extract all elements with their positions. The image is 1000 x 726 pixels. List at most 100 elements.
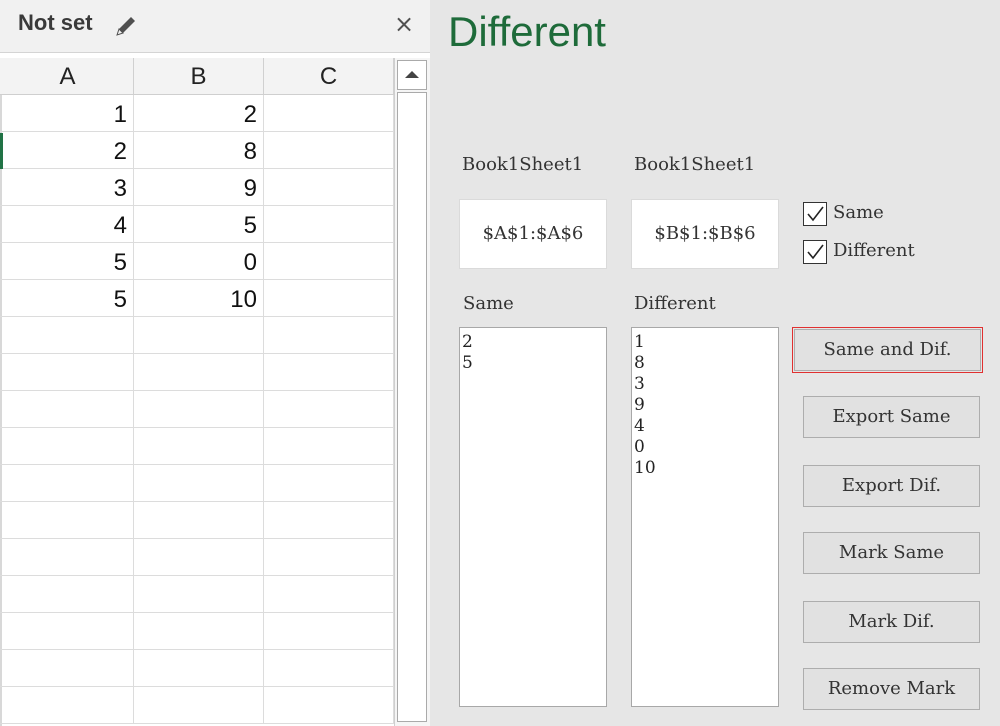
- empty-cell[interactable]: [264, 613, 394, 650]
- different-checkbox[interactable]: [803, 240, 827, 264]
- column-header-c[interactable]: C: [264, 58, 394, 94]
- different-dialog: Different Book1Sheet1 Book1Sheet1 $A$1:$…: [430, 0, 1000, 726]
- empty-cell[interactable]: [2, 465, 134, 502]
- empty-cell[interactable]: [264, 391, 394, 428]
- list-item[interactable]: 5: [462, 353, 604, 374]
- table-row-empty[interactable]: [0, 650, 394, 687]
- cell-a4[interactable]: 4: [2, 206, 134, 243]
- table-row-empty[interactable]: [0, 502, 394, 539]
- empty-cell[interactable]: [134, 687, 264, 724]
- task-pane-spreadsheet: Not set × A B C 1 2 2 8 3 9 4 5 5 0 5 10: [0, 0, 430, 726]
- table-row-empty[interactable]: [0, 687, 394, 724]
- range1-input[interactable]: $A$1:$A$6: [459, 199, 607, 269]
- empty-cell[interactable]: [134, 465, 264, 502]
- empty-cell[interactable]: [134, 576, 264, 613]
- empty-cell[interactable]: [134, 539, 264, 576]
- empty-cell[interactable]: [134, 354, 264, 391]
- dialog-title: Different: [448, 8, 606, 55]
- table-row: 3 9: [0, 169, 394, 206]
- empty-cell[interactable]: [264, 650, 394, 687]
- mark-same-button[interactable]: Mark Same: [803, 532, 980, 574]
- list-item[interactable]: 0: [634, 437, 776, 458]
- list-item[interactable]: 2: [462, 332, 604, 353]
- empty-cell[interactable]: [2, 354, 134, 391]
- empty-cell[interactable]: [2, 502, 134, 539]
- range2-input[interactable]: $B$1:$B$6: [631, 199, 779, 269]
- cell-a2[interactable]: 2: [2, 132, 134, 169]
- list-item[interactable]: 3: [634, 374, 776, 395]
- list-item[interactable]: 10: [634, 458, 776, 479]
- cell-c3[interactable]: [264, 169, 394, 206]
- mark-dif-button[interactable]: Mark Dif.: [803, 601, 980, 643]
- cell-c4[interactable]: [264, 206, 394, 243]
- empty-cell[interactable]: [264, 687, 394, 724]
- cell-b2[interactable]: 8: [134, 132, 264, 169]
- cell-c2[interactable]: [264, 132, 394, 169]
- table-row-empty[interactable]: [0, 391, 394, 428]
- pencil-icon[interactable]: [112, 12, 140, 40]
- table-row-empty[interactable]: [0, 354, 394, 391]
- cell-b6[interactable]: 10: [134, 280, 264, 317]
- same-listbox[interactable]: 2 5: [459, 327, 607, 707]
- empty-cell[interactable]: [264, 502, 394, 539]
- table-row: 5 10: [0, 280, 394, 317]
- empty-cell[interactable]: [2, 576, 134, 613]
- pane-header: Not set ×: [0, 0, 430, 53]
- empty-cell[interactable]: [264, 576, 394, 613]
- scroll-up-button[interactable]: [397, 60, 427, 90]
- list-item[interactable]: 4: [634, 416, 776, 437]
- table-row-empty[interactable]: [0, 613, 394, 650]
- different-list-label: Different: [634, 293, 716, 314]
- table-row-empty[interactable]: [0, 428, 394, 465]
- empty-cell[interactable]: [2, 650, 134, 687]
- empty-cell[interactable]: [264, 354, 394, 391]
- empty-cell[interactable]: [2, 613, 134, 650]
- cell-c6[interactable]: [264, 280, 394, 317]
- different-listbox[interactable]: 1 8 3 9 4 0 10: [631, 327, 779, 707]
- empty-cell[interactable]: [264, 317, 394, 354]
- cell-a5[interactable]: 5: [2, 243, 134, 280]
- table-row: 4 5: [0, 206, 394, 243]
- cell-b3[interactable]: 9: [134, 169, 264, 206]
- table-row-empty[interactable]: [0, 539, 394, 576]
- close-icon[interactable]: ×: [392, 10, 416, 38]
- cell-a6[interactable]: 5: [2, 280, 134, 317]
- remove-mark-button[interactable]: Remove Mark: [803, 668, 980, 710]
- cell-b5[interactable]: 0: [134, 243, 264, 280]
- cell-c1[interactable]: [264, 95, 394, 132]
- empty-cell[interactable]: [2, 391, 134, 428]
- same-checkbox[interactable]: [803, 202, 827, 226]
- empty-cell[interactable]: [134, 428, 264, 465]
- scroll-thumb[interactable]: [397, 92, 427, 722]
- empty-cell[interactable]: [2, 539, 134, 576]
- cell-b4[interactable]: 5: [134, 206, 264, 243]
- column-header-b[interactable]: B: [134, 58, 264, 94]
- empty-cell[interactable]: [134, 391, 264, 428]
- vertical-scrollbar[interactable]: [394, 58, 430, 726]
- empty-cell[interactable]: [134, 502, 264, 539]
- list-item[interactable]: 1: [634, 332, 776, 353]
- cell-a3[interactable]: 3: [2, 169, 134, 206]
- empty-cell[interactable]: [134, 613, 264, 650]
- cell-b1[interactable]: 2: [134, 95, 264, 132]
- cell-c5[interactable]: [264, 243, 394, 280]
- list-item[interactable]: 9: [634, 395, 776, 416]
- empty-cell[interactable]: [264, 428, 394, 465]
- empty-cell[interactable]: [2, 428, 134, 465]
- empty-cell[interactable]: [134, 317, 264, 354]
- table-row-empty[interactable]: [0, 465, 394, 502]
- same-and-dif-button[interactable]: Same and Dif.: [794, 329, 981, 371]
- empty-cell[interactable]: [264, 539, 394, 576]
- list-item[interactable]: 8: [634, 353, 776, 374]
- table-row-empty[interactable]: [0, 576, 394, 613]
- table-row-empty[interactable]: [0, 317, 394, 354]
- column-header-a[interactable]: A: [2, 58, 134, 94]
- range2-label: Book1Sheet1: [634, 154, 756, 175]
- cell-a1[interactable]: 1: [2, 95, 134, 132]
- empty-cell[interactable]: [2, 687, 134, 724]
- empty-cell[interactable]: [134, 650, 264, 687]
- export-same-button[interactable]: Export Same: [803, 396, 980, 438]
- export-dif-button[interactable]: Export Dif.: [803, 465, 980, 507]
- empty-cell[interactable]: [2, 317, 134, 354]
- empty-cell[interactable]: [264, 465, 394, 502]
